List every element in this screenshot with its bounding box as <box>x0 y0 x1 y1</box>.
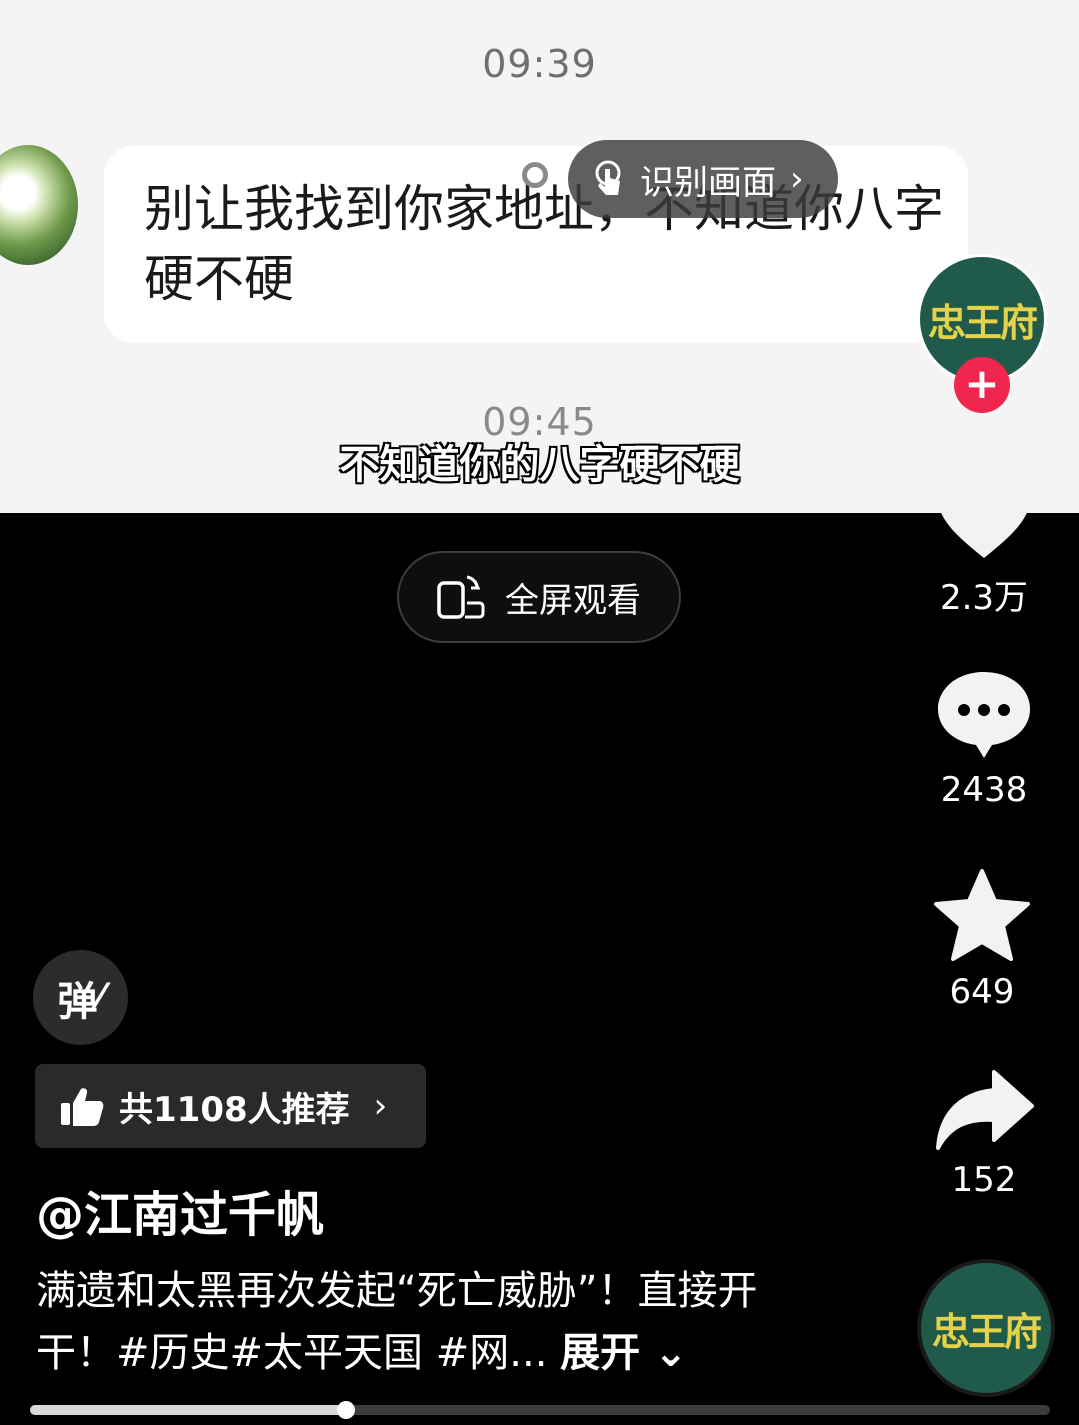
danmu-toggle-button[interactable]: 弹 ⁄ <box>33 950 128 1045</box>
video-progress-bar[interactable] <box>30 1401 1050 1419</box>
share-arrow-icon <box>936 1070 1034 1150</box>
favorite-count: 649 <box>949 972 1015 1012</box>
recognize-frame-button[interactable]: 识别画面 › <box>568 140 838 218</box>
hand-tap-icon <box>595 160 621 195</box>
like-button[interactable]: 2.3万 <box>924 470 1044 619</box>
comment-count: 2438 <box>940 770 1028 810</box>
chevron-down-icon: ⌄ <box>640 1330 688 1376</box>
chevron-right-icon: › <box>790 159 804 199</box>
expand-label: 展开 <box>560 1330 641 1376</box>
rotate-screen-icon <box>437 575 485 619</box>
author-avatar-logo: 忠王府 <box>927 299 1038 345</box>
author-handle[interactable]: @江南过千帆 <box>36 1175 324 1245</box>
video-subtitle: 不知道你的八字硬不硬 <box>339 442 740 488</box>
recognize-frame-label: 识别画面 <box>640 162 776 203</box>
video-frame[interactable]: 09:39 别让我找到你家地址，不知道你八字硬不硬 识别画面 › 09:45 不… <box>0 0 1079 513</box>
music-disc[interactable]: 忠王府 <box>921 1263 1051 1393</box>
danmu-label: 弹 <box>57 978 98 1025</box>
comment-button[interactable]: 2438 <box>924 668 1044 810</box>
video-caption: 满遗和太黑再次发起“死亡威胁”！直接开干！#历史#太平天国 #网... 展开 ⌄ <box>36 1260 836 1384</box>
comment-bubble-icon <box>938 672 1030 758</box>
chat-timestamp: 09:39 <box>482 42 597 86</box>
share-button[interactable]: 152 <box>924 1068 1044 1200</box>
danmu-slash-icon: ⁄ <box>97 977 104 1018</box>
fullscreen-label: 全屏观看 <box>505 580 641 621</box>
fullscreen-button[interactable]: 全屏观看 <box>397 551 681 643</box>
record-indicator-icon <box>522 162 548 188</box>
progress-knob[interactable] <box>337 1401 356 1419</box>
music-disc-logo: 忠王府 <box>931 1308 1042 1354</box>
chevron-right-icon: › <box>373 1086 388 1126</box>
thumbs-up-icon <box>61 1088 104 1126</box>
recommend-label: 共1108人推荐 <box>119 1089 350 1130</box>
favorite-button[interactable]: 649 <box>922 868 1042 1012</box>
chat-avatar <box>0 145 78 265</box>
expand-caption-button[interactable]: 展开 ⌄ <box>560 1330 687 1376</box>
follow-button[interactable]: + <box>954 357 1010 413</box>
heart-icon <box>938 474 1030 558</box>
progress-fill <box>30 1405 347 1415</box>
share-count: 152 <box>951 1160 1017 1200</box>
like-count: 2.3万 <box>939 578 1029 618</box>
recommend-bar[interactable]: 共1108人推荐 › <box>35 1064 426 1148</box>
star-icon <box>934 869 1030 961</box>
